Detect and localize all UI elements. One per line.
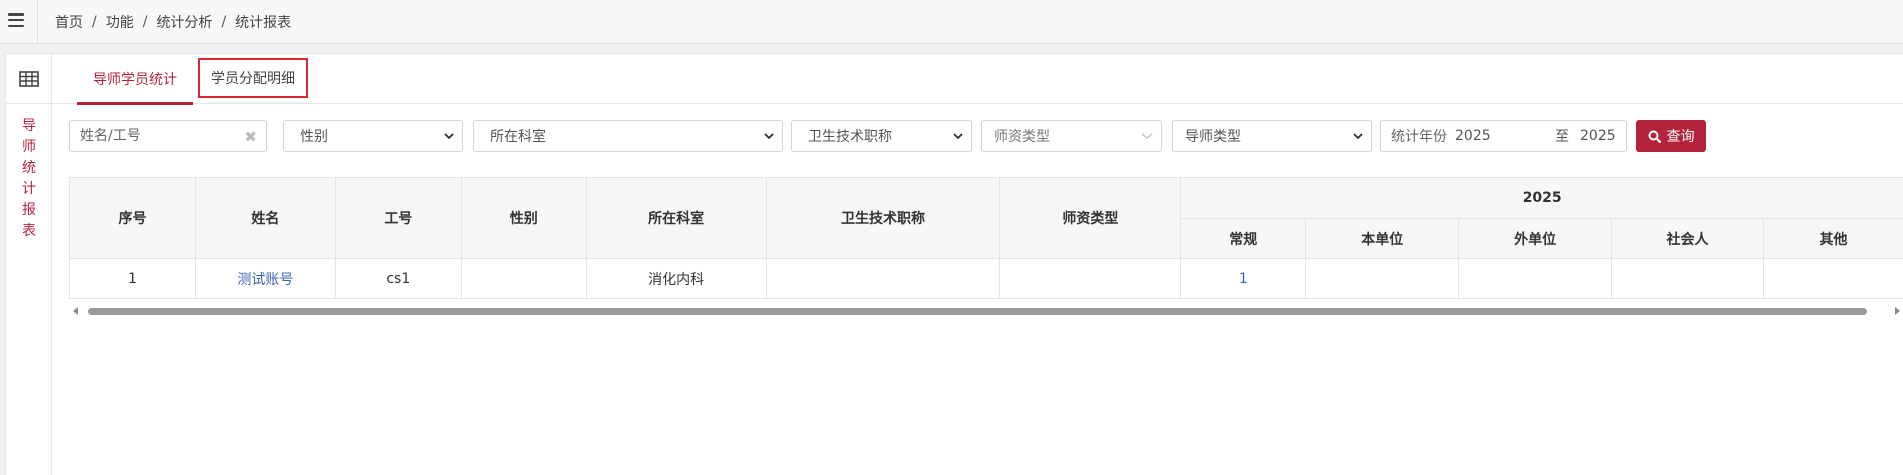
cell-department: 消化内科 bbox=[585, 258, 767, 299]
side-report-title: 导 师 统 计 报 表 bbox=[22, 118, 36, 239]
breadcrumb-function[interactable]: 功能 bbox=[106, 12, 134, 32]
scrollbar-thumb[interactable] bbox=[88, 308, 1867, 315]
cell-gender bbox=[460, 258, 587, 299]
faculty-type-select[interactable]: 师资类型 bbox=[981, 120, 1162, 152]
tab-mentor-student-stats[interactable]: 导师学员统计 bbox=[77, 54, 193, 105]
cell-other bbox=[1762, 258, 1903, 299]
side-column: 导 师 统 计 报 表 bbox=[6, 54, 52, 475]
cell-regular-link[interactable]: 1 bbox=[1180, 258, 1307, 299]
col-header-social: 社会人 bbox=[1611, 218, 1764, 259]
col-header-external: 外单位 bbox=[1458, 218, 1613, 259]
tab-bar: 导师学员统计 学员分配明细 bbox=[52, 54, 1903, 105]
cell-internal bbox=[1305, 258, 1460, 299]
col-header-gender: 性别 bbox=[460, 177, 587, 259]
year-from-input[interactable]: 2025 bbox=[1455, 128, 1555, 144]
divider bbox=[37, 0, 38, 44]
col-header-internal: 本单位 bbox=[1305, 218, 1460, 259]
table-row: 1 测试账号 cs1 消化内科 1 bbox=[69, 258, 1903, 299]
name-search-input[interactable] bbox=[70, 121, 266, 151]
tech-title-select[interactable]: 卫生技术职称 bbox=[791, 120, 972, 152]
cell-id: cs1 bbox=[334, 258, 462, 299]
breadcrumb-home[interactable]: 首页 bbox=[55, 12, 83, 32]
year-range-field[interactable]: 统计年份 2025 至 2025 bbox=[1380, 120, 1627, 152]
tab-student-allocation-detail[interactable]: 学员分配明细 bbox=[198, 58, 308, 98]
chevron-down-icon bbox=[444, 133, 454, 140]
cell-tech-title bbox=[765, 258, 1001, 299]
scroll-right-icon[interactable] bbox=[1895, 307, 1900, 315]
chevron-down-icon bbox=[764, 133, 774, 140]
clear-icon[interactable]: ✖ bbox=[244, 128, 257, 146]
horizontal-scrollbar[interactable] bbox=[69, 304, 1903, 318]
cell-faculty-type bbox=[999, 258, 1182, 299]
col-header-department: 所在科室 bbox=[585, 177, 767, 259]
cell-no: 1 bbox=[69, 258, 196, 299]
col-header-id: 工号 bbox=[334, 177, 462, 259]
col-header-tech-title: 卫生技术职称 bbox=[765, 177, 1001, 259]
name-search-field[interactable]: ✖ bbox=[69, 120, 267, 152]
col-header-other: 其他 bbox=[1762, 218, 1903, 259]
stats-table-wrap: 序号 姓名 工号 性别 所在科室 卫生技术职称 师资类型 2025 常规 本单位… bbox=[69, 177, 1903, 317]
table-grid-icon bbox=[19, 70, 39, 87]
chevron-down-icon bbox=[1353, 133, 1363, 140]
breadcrumb-current: 统计报表 bbox=[235, 15, 292, 31]
year-to-input[interactable]: 2025 bbox=[1580, 128, 1616, 144]
col-header-no: 序号 bbox=[69, 177, 196, 259]
cell-social bbox=[1611, 258, 1764, 299]
stats-table: 序号 姓名 工号 性别 所在科室 卫生技术职称 师资类型 2025 常规 本单位… bbox=[69, 177, 1903, 299]
col-header-regular: 常规 bbox=[1180, 218, 1307, 259]
col-header-name: 姓名 bbox=[194, 177, 336, 259]
table-view-toggle[interactable] bbox=[6, 54, 52, 104]
top-bar: 首页 / 功能 / 统计分析 / 统计报表 bbox=[0, 0, 1903, 44]
col-header-faculty-type: 师资类型 bbox=[999, 177, 1182, 259]
chevron-down-icon bbox=[1141, 133, 1153, 139]
department-select[interactable]: 所在科室 bbox=[473, 120, 783, 152]
gender-select[interactable]: 性别 bbox=[283, 120, 463, 152]
mentor-type-select[interactable]: 导师类型 bbox=[1172, 120, 1372, 152]
scroll-left-icon[interactable] bbox=[73, 307, 78, 315]
cell-name-link[interactable]: 测试账号 bbox=[194, 258, 336, 299]
breadcrumb-statistics[interactable]: 统计分析 bbox=[156, 12, 212, 32]
breadcrumb: 首页 / 功能 / 统计分析 / 统计报表 bbox=[55, 12, 292, 32]
cell-external bbox=[1458, 258, 1613, 299]
menu-icon[interactable] bbox=[8, 13, 24, 27]
search-button[interactable]: 查询 bbox=[1636, 120, 1706, 152]
search-icon bbox=[1648, 130, 1661, 143]
main-panel: 导 师 统 计 报 表 导师学员统计 学员分配明细 ✖ 性别 所在科室 卫生技术… bbox=[5, 53, 1903, 475]
col-group-year: 2025 bbox=[1180, 177, 1903, 219]
chevron-down-icon bbox=[953, 133, 963, 140]
